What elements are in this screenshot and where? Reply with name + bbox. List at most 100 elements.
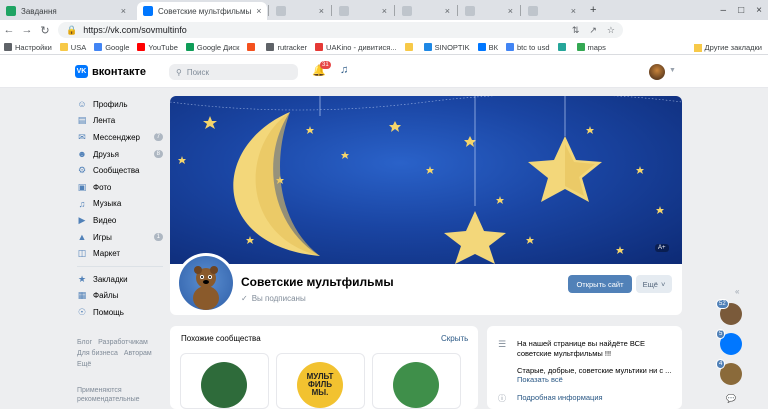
accessibility-badge[interactable]: A+: [655, 244, 669, 252]
close-icon[interactable]: ×: [256, 6, 261, 16]
bookmark-item[interactable]: USA: [59, 43, 86, 52]
bookmark-item[interactable]: UAKino - дивитися...: [315, 43, 397, 52]
footer-link[interactable]: Ещё: [77, 361, 91, 368]
bookmark-favicon-icon: [266, 43, 275, 51]
footer-link[interactable]: Для бизнеса: [77, 350, 118, 357]
right-rail-avatar[interactable]: 5: [716, 329, 742, 355]
bookmark-item[interactable]: maps: [576, 43, 606, 52]
sidebar-item-label: Сообщества: [93, 166, 140, 176]
sidebar-item[interactable]: ▦ Файлы: [77, 288, 163, 305]
browser-tab[interactable]: ×: [459, 2, 519, 20]
right-rail-avatar[interactable]: 4: [716, 359, 742, 385]
tab-favicon-icon: [276, 6, 286, 16]
hide-similar-button[interactable]: Скрыть: [441, 334, 468, 343]
bookmark-favicon-icon: [557, 43, 566, 51]
bookmark-item[interactable]: Настройки: [4, 43, 52, 52]
chat-icon[interactable]: 💬: [726, 394, 736, 403]
close-icon[interactable]: ×: [508, 6, 513, 16]
sidebar-item[interactable]: ★ Закладки: [77, 271, 163, 288]
tab-favicon-icon: [465, 6, 475, 16]
sidebar-item[interactable]: ▲ Игры 1: [77, 229, 163, 246]
user-icon: ☺: [77, 99, 87, 110]
browser-tab[interactable]: ×: [270, 2, 330, 20]
browser-tab[interactable]: Советские мультфильмы ×: [137, 2, 267, 20]
bookmark-label: Google: [105, 42, 130, 52]
sidebar-item-label: Лента: [93, 116, 116, 126]
similar-community-avatar[interactable]: МУЛЬТ ФИЛЬ МЫ.: [297, 362, 343, 408]
search-input[interactable]: ⚲ Поиск: [169, 64, 298, 80]
share-icon[interactable]: ↗: [589, 25, 597, 36]
subscription-status[interactable]: ✓ Вы подписаны: [241, 294, 306, 303]
translate-icon[interactable]: ⇅: [572, 25, 580, 36]
new-tab-icon[interactable]: +: [590, 4, 596, 16]
bookmark-item[interactable]: [557, 43, 569, 51]
bookmark-item[interactable]: btc to usd: [505, 43, 550, 52]
similar-communities-title: Похожие сообщества: [181, 334, 261, 343]
sidebar-item[interactable]: ☉ Помощь: [77, 304, 163, 321]
right-rail-count: 52: [716, 299, 729, 309]
bookmark-item[interactable]: [247, 43, 258, 51]
right-rail-count: 5: [716, 329, 726, 339]
bookmark-favicon-icon: [477, 43, 486, 51]
tab-favicon-icon: [528, 6, 538, 16]
bookmark-item[interactable]: Google: [94, 43, 129, 52]
sidebar-item[interactable]: ♫ Музыка: [77, 196, 163, 213]
reload-icon[interactable]: ↻: [36, 24, 54, 37]
browser-tab[interactable]: ×: [522, 2, 582, 20]
sidebar-count-badge: 8: [153, 149, 163, 158]
address-bar[interactable]: 🔒 https://vk.com/sovmultinfo ⇅ ↗ ☆: [58, 22, 623, 38]
bookmark-item[interactable]: YouTube: [137, 43, 178, 52]
bookmark-item[interactable]: Google Диск: [185, 43, 239, 52]
similar-community-avatar[interactable]: [393, 362, 439, 408]
music-icon: ♫: [78, 198, 86, 209]
footer-link[interactable]: Разработчикам: [98, 339, 148, 346]
url-text[interactable]: https://vk.com/sovmultinfo: [83, 25, 187, 35]
sidebar-item[interactable]: ▤ Лента: [77, 113, 163, 130]
sidebar-item[interactable]: ⚙ Сообщества: [77, 162, 163, 179]
open-site-button[interactable]: Открыть сайт: [568, 275, 632, 293]
bookmark-item[interactable]: ВК: [477, 43, 498, 52]
browser-tab[interactable]: ×: [333, 2, 393, 20]
close-window-icon[interactable]: ×: [756, 5, 762, 16]
bookmark-favicon-icon: [59, 43, 68, 51]
minimize-icon[interactable]: –: [721, 5, 727, 16]
close-icon[interactable]: ×: [571, 6, 576, 16]
footer-link[interactable]: Авторам: [124, 350, 152, 357]
music-note-icon[interactable]: ♫: [340, 64, 348, 76]
sidebar-item-label: Помощь: [93, 307, 124, 317]
browser-tab[interactable]: ×: [396, 2, 456, 20]
close-icon[interactable]: ×: [121, 6, 126, 16]
right-rail-avatar[interactable]: 52: [716, 299, 742, 325]
community-avatar[interactable]: [176, 253, 236, 313]
close-icon[interactable]: ×: [445, 6, 450, 16]
other-bookmarks[interactable]: Другие закладки: [693, 43, 762, 52]
more-button[interactable]: Ещё ˅: [636, 275, 672, 293]
close-icon[interactable]: ×: [382, 6, 387, 16]
user-avatar[interactable]: [649, 64, 665, 80]
similar-community-avatar[interactable]: [201, 362, 247, 408]
show-all-link[interactable]: Показать всё: [517, 375, 563, 384]
back-icon[interactable]: ←: [0, 24, 18, 36]
detailed-info-link[interactable]: Подробная информация: [517, 393, 603, 402]
browser-tab[interactable]: Завдання ×: [0, 2, 132, 20]
bookmark-item[interactable]: rutracker: [266, 43, 307, 52]
sidebar-item[interactable]: ✉ Мессенджер 7: [77, 129, 163, 146]
sidebar-item[interactable]: ☺ Профиль: [77, 96, 163, 113]
forward-icon[interactable]: →: [18, 24, 36, 36]
collapse-chevron-icon[interactable]: «: [735, 287, 739, 296]
maximize-icon[interactable]: □: [738, 5, 744, 16]
vk-logo[interactable]: VK вконтакте: [75, 65, 146, 78]
close-icon[interactable]: ×: [319, 6, 324, 16]
bookmark-item[interactable]: SINOPTIK: [423, 43, 470, 52]
sidebar-item[interactable]: ◫ Маркет: [77, 245, 163, 262]
sidebar-item[interactable]: ▣ Фото: [77, 179, 163, 196]
star-icon[interactable]: ☆: [607, 25, 615, 36]
bookmark-label: UAKino - дивитися...: [326, 42, 397, 52]
sidebar-item[interactable]: ☻ Друзья 8: [77, 146, 163, 163]
bookmark-label: rutracker: [277, 42, 308, 52]
sidebar-item[interactable]: ▶ Видео: [77, 212, 163, 229]
chevron-down-icon[interactable]: ▼: [669, 67, 676, 74]
browser-tab-bar: Завдання × Советские мультфильмы × × × × × × + – □ ×: [0, 0, 768, 20]
footer-link[interactable]: Блог: [77, 339, 92, 346]
bookmark-item[interactable]: [404, 43, 416, 51]
